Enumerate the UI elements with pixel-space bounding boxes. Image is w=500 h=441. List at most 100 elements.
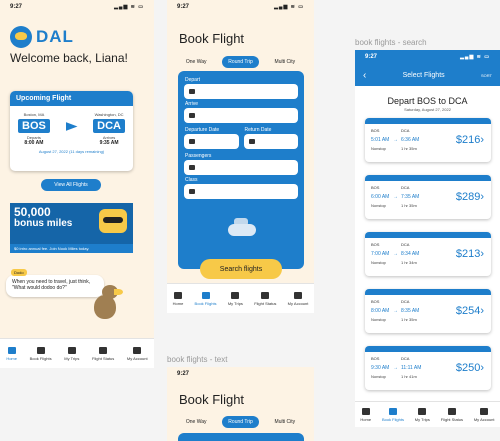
departure-time: 6:00 AM	[371, 193, 390, 200]
flight-option-card[interactable]: BOS DCA 6:00 AM → 7:35 AM Nonstop 1 hr 35m $…	[365, 175, 491, 219]
suitcase-icon	[67, 346, 76, 354]
suitcase-icon	[231, 291, 240, 299]
arrival-time: 8:34 AM	[401, 250, 420, 257]
class-field[interactable]	[184, 184, 298, 199]
origin-code: BOS	[371, 299, 380, 304]
home-icon	[7, 346, 16, 354]
origin-code: BOS	[371, 242, 380, 247]
brand: DAL	[0, 14, 154, 48]
frame-label-text: book flights - text	[167, 355, 228, 364]
tab-my-trips[interactable]: My Trips	[64, 346, 80, 361]
tab-book-flights[interactable]: Book Flights	[381, 407, 404, 422]
arrival-time: 6:36 AM	[401, 136, 420, 143]
view-all-flights-button[interactable]: View All Flights	[41, 179, 101, 191]
tab-my-trips[interactable]: My Trips	[415, 407, 430, 422]
tab-home[interactable]: Home	[360, 407, 372, 422]
segment-multi-city[interactable]: Multi City	[269, 416, 302, 428]
tab-flight-status[interactable]: Flight Status	[254, 291, 277, 306]
tab-book-flights[interactable]: Book Flights	[30, 346, 52, 361]
return-date-field[interactable]	[243, 134, 298, 149]
takeoff-icon	[189, 89, 195, 94]
arrive-label: Arrive	[185, 101, 199, 107]
arrival-time: 11:11 AM	[401, 364, 422, 371]
departure-time: 9:30 AM	[371, 364, 390, 371]
mascot-sunglasses-icon	[99, 209, 127, 233]
person-icon	[480, 407, 489, 415]
clock-icon	[99, 346, 108, 354]
segment-multi-city[interactable]: Multi City	[269, 56, 302, 68]
tab-label: Home	[360, 416, 372, 422]
flight-option-card[interactable]: BOS DCA 5:01 AM → 6:36 AM Nonstop 1 hr 35m $…	[365, 118, 491, 162]
chevron-right-icon: ›	[480, 362, 484, 374]
suitcase-icon	[418, 407, 427, 415]
destination-code: DCA	[401, 242, 410, 247]
segment-one-way[interactable]: One Way	[180, 56, 213, 68]
plane-icon	[65, 122, 78, 131]
upcoming-flight-card[interactable]: Upcoming Flight Boston, MA BOS Departs 8…	[10, 91, 133, 171]
tab-my-account[interactable]: My Account	[127, 346, 148, 361]
departure-code: BOS	[18, 119, 50, 133]
class-label: Class	[185, 177, 198, 183]
tab-label: My Account	[473, 416, 495, 422]
back-chevron-icon[interactable]: ‹	[363, 70, 366, 81]
duration: 1 hr 41m	[401, 374, 417, 379]
departure-city: Boston, MA	[23, 112, 45, 117]
bonus-miles-promo[interactable]: 50,000 bonus miles $0 intro annual fee. …	[10, 203, 133, 253]
search-flights-button[interactable]: Search flights	[200, 259, 282, 279]
design-canvas: book flights - search book flights - tex…	[0, 0, 500, 441]
tab-my-account[interactable]: My Account	[288, 291, 308, 306]
arrival-time: 8:35 AM	[401, 307, 420, 314]
person-icon	[133, 346, 142, 354]
arrow-right-icon: →	[393, 193, 398, 200]
flight-option-card[interactable]: BOS DCA 8:00 AM → 8:35 AM Nonstop 1 hr 35m $…	[365, 289, 491, 333]
booking-form: Depart Arrive Departure Date Return Date…	[178, 71, 304, 269]
route-date: Saturday, August 27, 2022	[404, 107, 451, 112]
sort-button[interactable]: SORT	[481, 73, 492, 78]
tab-flight-status[interactable]: Flight Status	[441, 407, 463, 422]
tab-label: My Trips	[227, 300, 243, 306]
segment-one-way[interactable]: One Way	[180, 416, 213, 428]
tab-flight-status[interactable]: Flight Status	[92, 346, 114, 361]
brand-name: DAL	[36, 27, 74, 46]
status-bar: 9:27 ▂▄▆ ≋ ▭	[0, 0, 154, 14]
departure-date-field[interactable]	[184, 134, 239, 149]
segment-round-trip[interactable]: Round Trip	[222, 56, 259, 68]
clock-icon	[261, 291, 270, 299]
book-flight-screen: 9:27 ▂▄▆ ≋ ▭ Book Flight One Way Round T…	[167, 0, 314, 313]
trip-type-segment: One Way Round Trip Multi City	[175, 416, 306, 428]
airplane-illustration-icon	[224, 216, 260, 242]
tab-book-flights[interactable]: Book Flights	[194, 291, 217, 306]
tab-label: Book Flights	[194, 300, 217, 306]
passengers-field[interactable]	[184, 160, 298, 175]
arrival-airport: Washington, DC DCA Arrives 9:35 AM	[93, 112, 125, 146]
status-bar: 9:27 ▂▄▆ ≋ ▭	[355, 50, 500, 64]
tab-label: Flight Status	[254, 300, 277, 306]
arrow-right-icon: →	[393, 136, 398, 143]
flight-option-card[interactable]: BOS DCA 7:00 AM → 8:34 AM Nonstop 1 hr 34m $…	[365, 232, 491, 276]
flight-option-card[interactable]: BOS DCA 9:30 AM → 11:11 AM Nonstop 1 hr 41m …	[365, 346, 491, 390]
tab-label: My Trips	[64, 355, 80, 361]
depart-field[interactable]	[184, 84, 298, 99]
segment-round-trip[interactable]: Round Trip	[222, 416, 259, 428]
arrival-time: 7:35 AM	[401, 193, 420, 200]
tab-my-trips[interactable]: My Trips	[227, 291, 243, 306]
frame-label-search: book flights - search	[355, 38, 427, 47]
status-icons: ▂▄▆ ≋ ▭	[274, 4, 304, 10]
book-flight-text-screen: 9:27 Book Flight One Way Round Trip Mult…	[167, 367, 314, 441]
tab-home[interactable]: Home	[6, 346, 17, 361]
destination-code: DCA	[401, 128, 410, 133]
page-title: Book Flight	[179, 31, 245, 46]
passengers-label: Passengers	[185, 153, 212, 159]
tab-home[interactable]: Home	[173, 291, 183, 306]
chevron-right-icon: ›	[480, 134, 484, 146]
stops: Nonstop	[371, 317, 386, 322]
chevron-right-icon: ›	[480, 248, 484, 260]
tab-label: Book Flights	[381, 416, 404, 422]
status-icons: ▂▄▆ ≋ ▭	[114, 4, 144, 10]
speech-tag: Dodo	[11, 269, 27, 276]
navigation-header: ‹ Select Flights SORT	[355, 64, 500, 86]
tab-my-account[interactable]: My Account	[473, 407, 495, 422]
person-icon	[294, 291, 303, 299]
arrival-city: Washington, DC	[94, 112, 124, 117]
arrive-field[interactable]	[184, 108, 298, 123]
